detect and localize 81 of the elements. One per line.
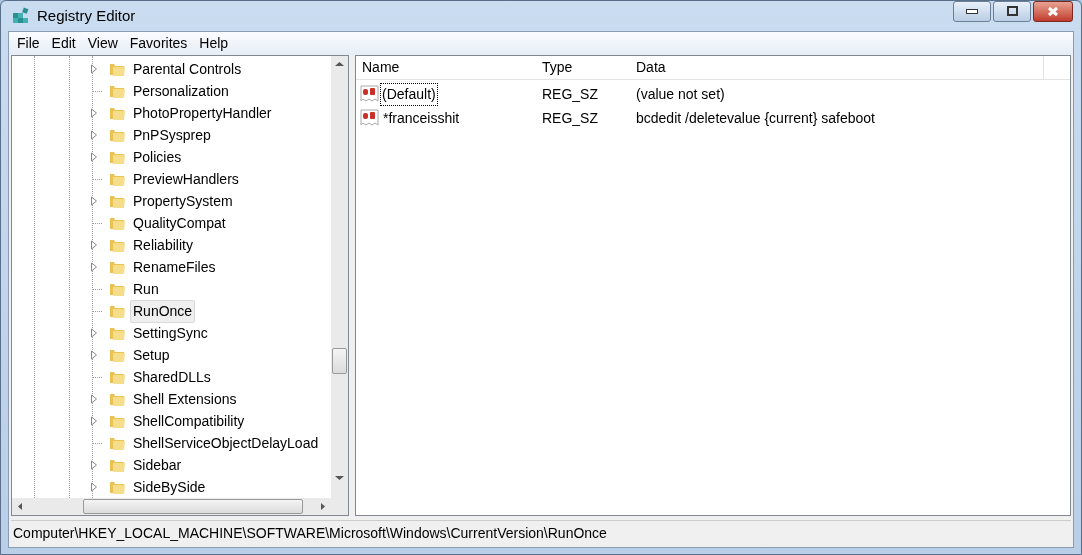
tree-item[interactable]: PropertySystem [130, 190, 236, 212]
minimize-button[interactable] [953, 0, 991, 22]
tree-item[interactable]: SharedDLLs [130, 366, 214, 388]
folder-icon [108, 391, 126, 407]
expand-arrow-icon[interactable] [90, 350, 98, 360]
tree-item[interactable]: SideBySide [130, 476, 209, 498]
value-type: REG_SZ [541, 84, 599, 104]
expand-arrow-icon[interactable] [90, 196, 98, 206]
folder-icon [108, 325, 126, 341]
value-data: (value not set) [635, 84, 726, 104]
tree-item[interactable]: Run [130, 278, 162, 300]
scroll-thumb[interactable] [83, 499, 303, 514]
folder-icon [108, 303, 126, 319]
value-type: REG_SZ [541, 108, 599, 128]
scroll-thumb[interactable] [332, 348, 347, 374]
tree-item[interactable]: PhotoPropertyHandler [130, 102, 275, 124]
folder-icon [108, 259, 126, 275]
tree-item[interactable]: Policies [130, 146, 185, 168]
expand-arrow-icon[interactable] [90, 482, 98, 492]
expand-arrow-icon[interactable] [90, 130, 98, 140]
folder-icon [108, 61, 126, 77]
expand-arrow-icon[interactable] [90, 152, 98, 162]
window-title: Registry Editor [37, 5, 136, 26]
folder-icon [108, 369, 126, 385]
value-name[interactable]: (Default) [380, 82, 438, 106]
folder-icon [108, 457, 126, 473]
status-bar: Computer\HKEY_LOCAL_MACHINE\SOFTWARE\Microsoft\Windows\CurrentVersion\RunOnce [11, 519, 1071, 546]
column-header[interactable]: Type [536, 55, 630, 80]
folder-icon [108, 479, 126, 495]
folder-icon [108, 215, 126, 231]
tree-item[interactable]: Personalization [130, 80, 232, 102]
tree-item[interactable]: ShellCompatibility [130, 410, 248, 432]
menu-item[interactable]: Favorites [123, 33, 194, 54]
close-button[interactable] [1033, 0, 1073, 22]
maximize-icon [1006, 6, 1018, 16]
horizontal-scrollbar[interactable] [12, 498, 331, 515]
folder-icon [108, 347, 126, 363]
expand-arrow-icon[interactable] [90, 108, 98, 118]
expand-arrow-icon[interactable] [90, 64, 98, 74]
tree-item[interactable]: QualityCompat [130, 212, 229, 234]
column-header[interactable]: Data [630, 55, 1044, 80]
folder-icon [108, 435, 126, 451]
folder-icon [108, 171, 126, 187]
menu-item[interactable]: File [11, 33, 46, 54]
tree-item[interactable]: Setup [130, 344, 173, 366]
menu-item[interactable]: Edit [45, 33, 82, 54]
tree-item[interactable]: RunOnce [130, 299, 196, 323]
menu-item[interactable]: View [81, 33, 124, 54]
tree-item[interactable]: ShellServiceObjectDelayLoad [130, 432, 322, 454]
string-value-icon [360, 109, 380, 127]
expand-arrow-icon[interactable] [90, 262, 98, 272]
folder-icon [108, 413, 126, 429]
expand-arrow-icon[interactable] [90, 460, 98, 470]
minimize-icon [966, 8, 978, 14]
expand-arrow-icon[interactable] [90, 240, 98, 250]
tree-item[interactable]: Sidebar [130, 454, 185, 476]
string-value-icon [360, 85, 380, 103]
tree-item[interactable]: Reliability [130, 234, 196, 256]
tree-item[interactable]: RenameFiles [130, 256, 219, 278]
expand-arrow-icon[interactable] [90, 328, 98, 338]
tree-item[interactable]: PreviewHandlers [130, 168, 242, 190]
folder-icon [108, 281, 126, 297]
vertical-scrollbar[interactable] [331, 56, 348, 515]
expand-arrow-icon[interactable] [90, 416, 98, 426]
tree-item[interactable]: Shell Extensions [130, 388, 240, 410]
folder-icon [108, 83, 126, 99]
folder-icon [108, 149, 126, 165]
column-header[interactable]: Name [356, 55, 536, 80]
expand-arrow-icon[interactable] [90, 394, 98, 404]
folder-icon [108, 105, 126, 121]
close-icon [1047, 5, 1059, 17]
folder-icon [108, 127, 126, 143]
value-name[interactable]: *franceisshit [380, 106, 463, 130]
folder-icon [108, 237, 126, 253]
tree-item[interactable]: PnPSysprep [130, 124, 214, 146]
folder-icon [108, 193, 126, 209]
value-data: bcdedit /deletevalue {current} safeboot [635, 108, 876, 128]
menu-item[interactable]: Help [193, 33, 235, 54]
maximize-button[interactable] [993, 0, 1031, 22]
tree-item[interactable]: SettingSync [130, 322, 211, 344]
tree-item[interactable]: Parental Controls [130, 58, 245, 80]
